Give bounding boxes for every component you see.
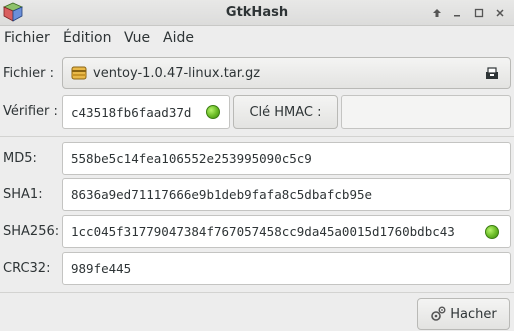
close-icon — [495, 8, 504, 17]
menu-edition[interactable]: Édition — [63, 30, 111, 46]
menu-vue[interactable]: Vue — [124, 30, 150, 46]
archive-icon — [71, 66, 87, 80]
file-label: Fichier : — [3, 66, 54, 81]
crc32-value: 989fe445 — [71, 261, 132, 276]
file-chooser-button[interactable]: ventoy-1.0.47-linux.tar.gz — [62, 57, 511, 89]
verify-match-icon — [206, 105, 220, 119]
separator — [0, 136, 514, 137]
menu-fichier[interactable]: Fichier — [4, 30, 50, 46]
separator — [0, 292, 514, 293]
close-button[interactable] — [491, 4, 508, 21]
open-file-icon — [486, 67, 498, 79]
minimize-icon — [453, 14, 460, 16]
verify-label: Vérifier : — [3, 104, 58, 119]
sha1-label: SHA1: — [3, 187, 43, 202]
keep-above-button[interactable] — [428, 4, 445, 21]
sha256-field[interactable]: 1cc045f31779047384f767057458cc9da45a0015… — [62, 215, 511, 248]
hash-button[interactable]: Hacher — [417, 298, 510, 330]
sha256-label: SHA256: — [3, 224, 60, 239]
sha1-field[interactable]: 8636a9ed71117666e9b1deb9fafa8c5dbafcb95e — [62, 178, 511, 211]
hmac-key-button[interactable]: Clé HMAC : — [233, 95, 338, 129]
sha256-value: 1cc045f31779047384f767057458cc9da45a0015… — [71, 224, 455, 239]
sha256-match-icon — [485, 225, 499, 239]
verify-value: c43518fb6faad37d — [71, 104, 192, 120]
sha1-value: 8636a9ed71117666e9b1deb9fafa8c5dbafcb95e — [71, 187, 373, 202]
menu-aide[interactable]: Aide — [163, 30, 194, 46]
file-name: ventoy-1.0.47-linux.tar.gz — [93, 65, 261, 81]
md5-label: MD5: — [3, 151, 37, 166]
crc32-field[interactable]: 989fe445 — [62, 252, 511, 285]
verify-input[interactable]: c43518fb6faad37d — [62, 95, 230, 129]
execute-icon — [431, 306, 446, 321]
hmac-key-input[interactable] — [341, 95, 511, 129]
title-bar: GtkHash — [0, 0, 514, 26]
md5-field[interactable]: 558be5c14fea106552e253995090c5c9 — [62, 142, 511, 175]
crc32-label: CRC32: — [3, 261, 51, 276]
maximize-button[interactable] — [470, 4, 487, 21]
maximize-icon — [474, 8, 483, 17]
hmac-key-label: Clé HMAC : — [249, 104, 322, 120]
md5-value: 558be5c14fea106552e253995090c5c9 — [71, 151, 312, 166]
menu-bar: Fichier Édition Vue Aide — [0, 27, 514, 49]
minimize-button[interactable] — [448, 4, 465, 21]
hash-button-label: Hacher — [450, 306, 497, 322]
arrow-up-icon — [432, 8, 441, 17]
